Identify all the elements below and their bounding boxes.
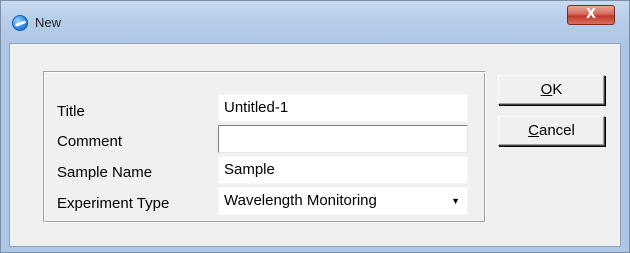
ok-label-rest: K	[552, 81, 563, 98]
comment-input[interactable]	[218, 125, 468, 153]
app-logo-icon	[12, 15, 28, 31]
comment-label: Comment	[57, 133, 123, 150]
title-bar[interactable]: New X	[1, 1, 629, 43]
close-button[interactable]: X	[567, 5, 615, 25]
dialog-client-area: Title Untitled-1 Comment Sample Name Sam…	[9, 43, 621, 247]
sample-name-input[interactable]: Sample	[218, 156, 468, 184]
cancel-mnemonic: C	[528, 122, 539, 139]
experiment-type-label: Experiment Type	[57, 195, 170, 212]
ok-mnemonic: O	[540, 81, 553, 98]
cancel-button[interactable]: Cancel	[498, 116, 605, 146]
title-label: Title	[57, 103, 85, 120]
dropdown-arrow-icon[interactable]: ▼	[451, 188, 460, 214]
form-group-box: Title Untitled-1 Comment Sample Name Sam…	[43, 71, 486, 223]
experiment-type-select[interactable]: Wavelength Monitoring ▼	[218, 187, 468, 215]
ok-button[interactable]: OK	[498, 75, 605, 105]
cancel-label-rest: ancel	[538, 122, 575, 139]
dialog-window: New X Title Untitled-1 Comment Sample Na…	[0, 0, 630, 253]
sample-name-label: Sample Name	[57, 164, 153, 181]
experiment-type-value: Wavelength Monitoring	[224, 192, 377, 209]
window-title: New	[35, 15, 62, 30]
title-input[interactable]: Untitled-1	[218, 94, 468, 122]
